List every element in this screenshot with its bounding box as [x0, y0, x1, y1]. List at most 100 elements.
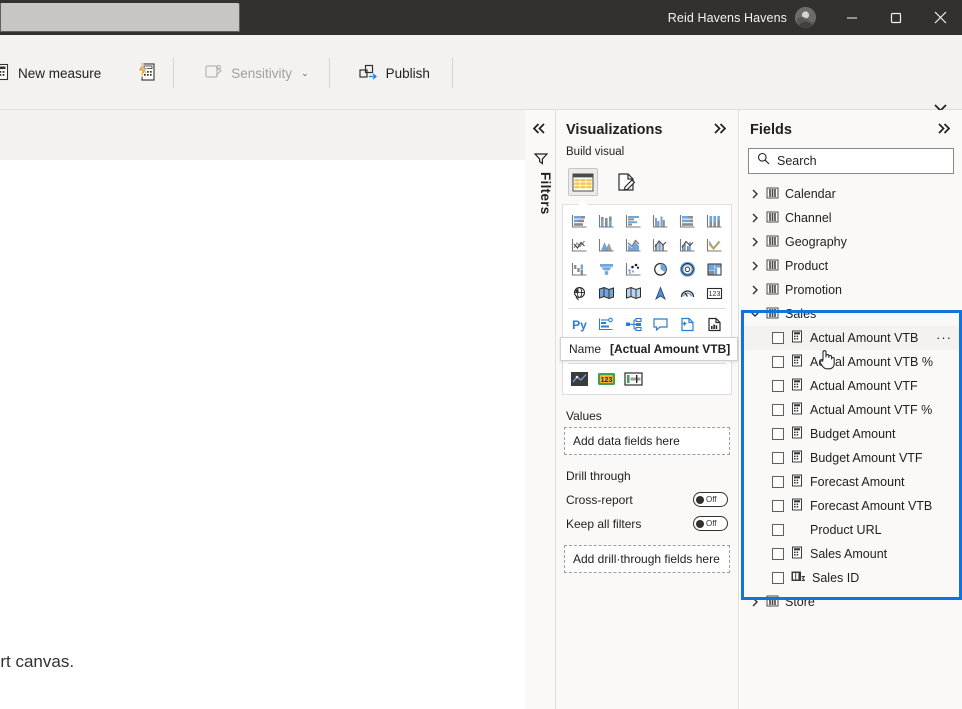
field-item-actual-amount-vtb[interactable]: Actual Amount VTB ···	[740, 326, 962, 350]
measure-icon	[791, 402, 803, 418]
fields-table-channel[interactable]: Channel	[740, 206, 962, 230]
smart-narrative-icon[interactable]	[674, 312, 701, 336]
sparkline-visual-icon[interactable]	[566, 367, 593, 391]
azure-map-icon[interactable]	[647, 281, 674, 305]
field-item-actual-amount-vtf-pct[interactable]: Actual Amount VTF %	[740, 398, 962, 422]
double-chevron-right-icon[interactable]	[713, 122, 728, 138]
number-card-visual-icon[interactable]: 123	[593, 367, 620, 391]
scatter-chart-icon[interactable]	[620, 257, 647, 281]
filters-pane-rail[interactable]: Filters	[525, 110, 556, 709]
double-chevron-left-icon[interactable]	[532, 122, 547, 139]
hundred-percent-stacked-column-icon[interactable]	[701, 209, 728, 233]
values-drop-zone[interactable]: Add data fields here	[564, 427, 730, 455]
field-item-budget-amount-vtf[interactable]: Budget Amount VTF	[740, 446, 962, 470]
treemap-icon[interactable]	[701, 257, 728, 281]
field-checkbox[interactable]	[772, 500, 784, 512]
field-item-sales-id[interactable]: Sales ID	[740, 566, 962, 590]
new-measure-button[interactable]: New measure	[0, 57, 107, 89]
donut-chart-icon[interactable]	[674, 257, 701, 281]
field-checkbox[interactable]	[772, 356, 784, 368]
field-checkbox[interactable]	[772, 548, 784, 560]
format-visual-tab[interactable]	[612, 168, 642, 196]
field-checkbox[interactable]	[772, 380, 784, 392]
close-button[interactable]	[918, 0, 962, 35]
search-placeholder: Search	[777, 154, 817, 168]
field-checkbox[interactable]	[772, 404, 784, 416]
publish-button[interactable]: Publish	[352, 57, 436, 89]
stacked-column-chart-icon[interactable]	[593, 209, 620, 233]
sensitivity-button[interactable]: Sensitivity ⌄	[198, 57, 314, 89]
field-item-forecast-amount-vtb[interactable]: Forecast Amount VTB	[740, 494, 962, 518]
field-item-actual-amount-vtb-pct[interactable]: Actual Amount VTB %	[740, 350, 962, 374]
stacked-area-chart-icon[interactable]	[620, 233, 647, 257]
chevron-right-icon[interactable]	[750, 285, 760, 295]
fields-table-store[interactable]: Store	[740, 590, 962, 614]
stacked-bar-chart-icon[interactable]	[566, 209, 593, 233]
search-input[interactable]: Search	[748, 148, 954, 174]
chevron-down-icon[interactable]	[750, 310, 760, 318]
field-item-product-url[interactable]: Product URL	[740, 518, 962, 542]
measure-icon	[791, 426, 803, 442]
visualizations-pane: Visualizations Build visual 123 Py 123 N…	[556, 110, 739, 709]
avatar[interactable]	[795, 7, 816, 28]
chevron-right-icon[interactable]	[750, 189, 760, 199]
drill-through-drop-zone[interactable]: Add drill·through fields here	[564, 545, 730, 573]
minimize-button[interactable]	[830, 0, 874, 35]
fields-table-product[interactable]: Product	[740, 254, 962, 278]
fields-table-sales[interactable]: Sales	[740, 302, 962, 326]
line-stacked-column-icon[interactable]	[647, 233, 674, 257]
field-checkbox[interactable]	[772, 332, 784, 344]
fields-table-promotion[interactable]: Promotion	[740, 278, 962, 302]
waterfall-chart-icon[interactable]	[566, 257, 593, 281]
fields-table-geography[interactable]: Geography	[740, 230, 962, 254]
area-chart-icon[interactable]	[593, 233, 620, 257]
quick-measure-button[interactable]	[129, 57, 163, 89]
field-item-budget-amount[interactable]: Budget Amount	[740, 422, 962, 446]
field-more-options-icon[interactable]: ···	[936, 331, 952, 344]
build-visual-tab[interactable]	[568, 168, 598, 196]
shape-map-icon[interactable]	[620, 281, 647, 305]
field-label: Forecast Amount VTB	[810, 499, 933, 513]
paginated-report-icon[interactable]	[701, 312, 728, 336]
key-influencers-icon[interactable]	[593, 312, 620, 336]
field-item-forecast-amount[interactable]: Forecast Amount	[740, 470, 962, 494]
keep-all-filters-toggle[interactable]: Off	[693, 516, 728, 531]
pie-chart-icon[interactable]	[647, 257, 674, 281]
fields-table-calendar[interactable]: Calendar	[740, 182, 962, 206]
field-checkbox[interactable]	[772, 572, 784, 584]
filled-map-icon[interactable]	[593, 281, 620, 305]
chevron-right-icon[interactable]	[750, 261, 760, 271]
qa-visual-icon[interactable]	[647, 312, 674, 336]
clustered-column-chart-icon[interactable]	[647, 209, 674, 233]
map-icon[interactable]	[566, 281, 593, 305]
field-checkbox[interactable]	[772, 476, 784, 488]
python-visual-icon[interactable]: Py	[566, 312, 593, 336]
double-chevron-right-icon[interactable]	[937, 122, 952, 138]
maximize-restore-button[interactable]	[874, 0, 918, 35]
hundred-percent-stacked-bar-icon[interactable]	[674, 209, 701, 233]
svg-text:123: 123	[601, 377, 613, 384]
field-checkbox[interactable]	[772, 524, 784, 536]
field-checkbox[interactable]	[772, 452, 784, 464]
chevron-right-icon[interactable]	[750, 597, 760, 607]
fields-pane-header: Fields	[740, 110, 962, 144]
ribbon-chart-icon[interactable]	[701, 233, 728, 257]
bullet-chart-visual-icon[interactable]	[620, 367, 647, 391]
chevron-right-icon[interactable]	[750, 237, 760, 247]
window-tab[interactable]	[0, 3, 240, 32]
clustered-bar-chart-icon[interactable]	[620, 209, 647, 233]
report-canvas[interactable]: eport canvas.	[0, 160, 525, 709]
field-item-sales-amount[interactable]: Sales Amount	[740, 542, 962, 566]
cross-report-toggle[interactable]: Off	[693, 492, 728, 507]
card-icon[interactable]: 123	[701, 281, 728, 305]
line-chart-icon[interactable]	[566, 233, 593, 257]
gauge-chart-icon[interactable]	[674, 281, 701, 305]
decomposition-tree-icon[interactable]	[620, 312, 647, 336]
field-item-actual-amount-vtf[interactable]: Actual Amount VTF	[740, 374, 962, 398]
chevron-right-icon[interactable]	[750, 213, 760, 223]
line-clustered-column-icon[interactable]	[674, 233, 701, 257]
funnel-chart-icon[interactable]	[593, 257, 620, 281]
filter-funnel-icon	[533, 152, 549, 170]
field-label: Sales Amount	[810, 547, 888, 561]
field-checkbox[interactable]	[772, 428, 784, 440]
